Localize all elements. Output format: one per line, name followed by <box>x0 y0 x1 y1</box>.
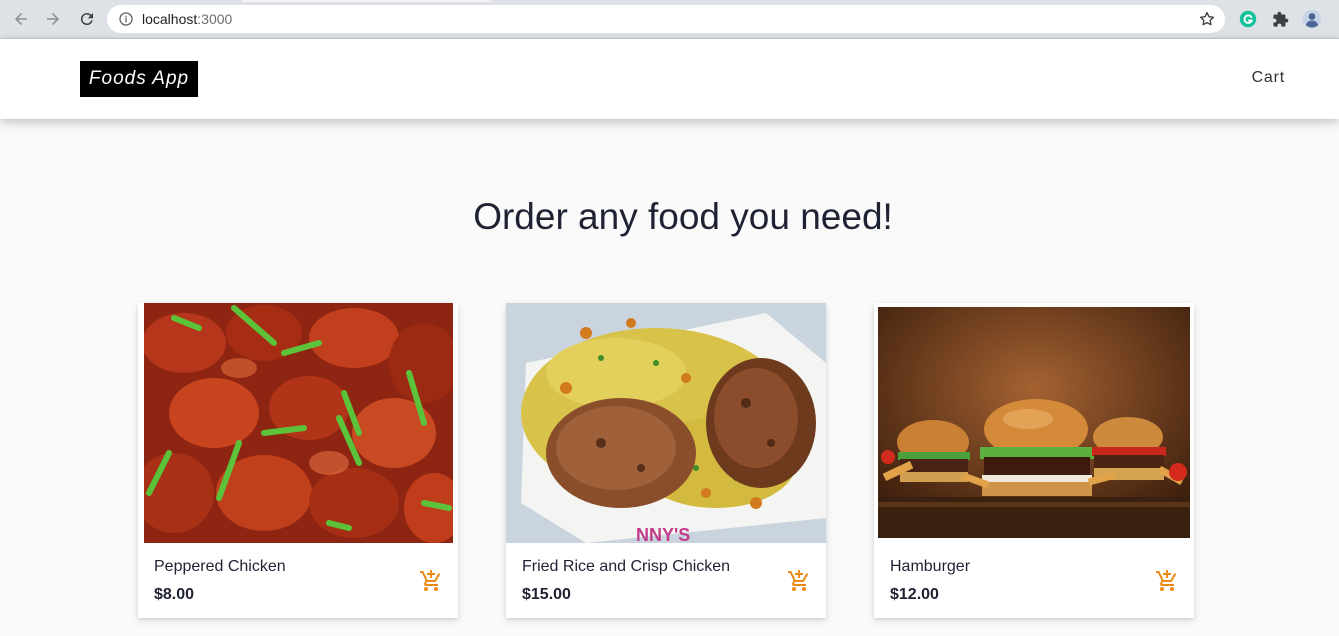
food-image-hamburger <box>878 307 1190 538</box>
food-price: $8.00 <box>154 586 195 603</box>
avatar-icon <box>1302 9 1322 29</box>
food-card-hamburger: Hamburger $12.00 <box>874 303 1194 618</box>
food-name: Fried Rice and Crisp Chicken <box>522 558 731 575</box>
url-port: :3000 <box>197 11 233 27</box>
food-name: Hamburger <box>890 558 971 575</box>
info-icon[interactable] <box>118 11 134 27</box>
url-text: localhost:3000 <box>142 11 232 27</box>
browser-toolbar: localhost:3000 <box>0 0 1339 39</box>
app-header: Foods App Cart <box>0 39 1339 119</box>
grammarly-extension[interactable] <box>1238 9 1258 29</box>
address-bar[interactable]: localhost:3000 <box>107 5 1225 33</box>
url-host: localhost <box>142 11 198 27</box>
food-price: $15.00 <box>522 586 571 603</box>
add-to-cart-icon[interactable] <box>1154 569 1180 593</box>
arrow-right-icon <box>47 13 59 25</box>
arrow-left-icon <box>15 13 27 25</box>
bookmark-star-icon[interactable] <box>1198 10 1216 28</box>
forward-button[interactable] <box>42 8 64 30</box>
food-image-peppered-chicken <box>144 303 453 543</box>
grammarly-icon <box>1239 10 1257 28</box>
food-card-peppered-chicken: Peppered Chicken $8.00 <box>138 303 458 618</box>
add-to-cart-icon[interactable] <box>786 569 812 593</box>
puzzle-icon <box>1272 11 1288 27</box>
food-price: $12.00 <box>890 586 939 603</box>
add-to-cart-icon[interactable] <box>418 569 444 593</box>
food-image-fried-rice: NNY'S <box>506 303 826 543</box>
page-title: Order any food you need! <box>473 196 893 237</box>
back-button[interactable] <box>10 8 32 30</box>
reload-button[interactable] <box>76 8 98 30</box>
food-card-fried-rice: NNY'S Fried Rice and Crisp Chicken $15.0… <box>506 303 826 618</box>
svg-text:NNY'S: NNY'S <box>636 525 690 543</box>
reload-icon <box>80 13 93 26</box>
extensions-button[interactable] <box>1270 9 1290 29</box>
brand-logo[interactable]: Foods App <box>80 61 198 97</box>
profile-button[interactable] <box>1302 9 1322 29</box>
food-name: Peppered Chicken <box>154 558 286 575</box>
tab-indicator <box>242 0 492 2</box>
cart-link[interactable]: Cart <box>1252 69 1285 87</box>
